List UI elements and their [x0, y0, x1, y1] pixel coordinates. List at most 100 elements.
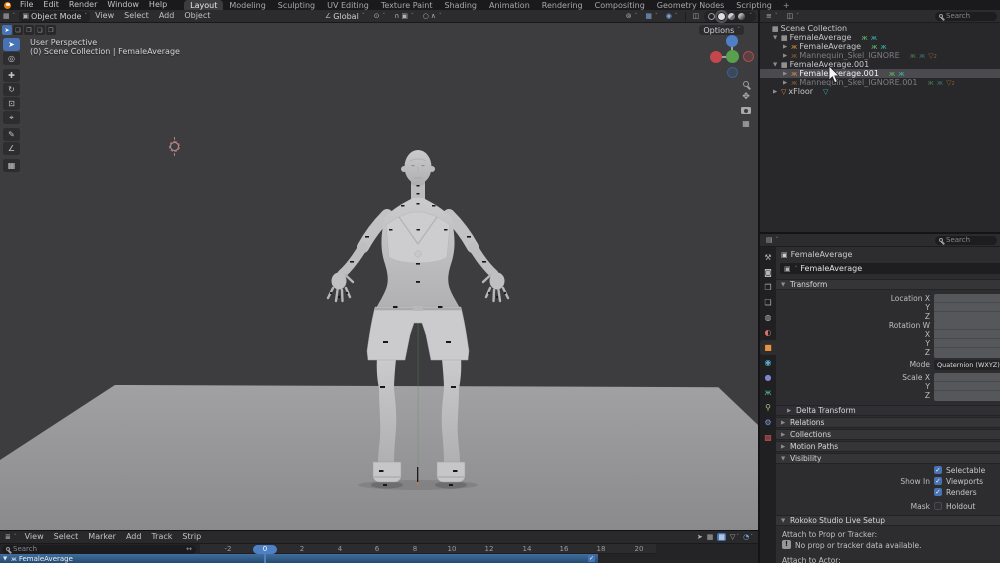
disclosure-icon[interactable]: ▶	[783, 71, 789, 77]
zoom-view-icon[interactable]	[743, 81, 749, 87]
holdout-checkbox[interactable]	[934, 502, 942, 510]
object-name-field[interactable]: ▣˅ FemaleAverage	[780, 263, 1000, 274]
mesh-data-icon[interactable]: ▽	[823, 88, 828, 96]
playhead-line[interactable]	[264, 553, 266, 563]
nla-menu-item[interactable]: Add	[121, 532, 147, 542]
camera-view-icon[interactable]	[741, 107, 751, 114]
playhead[interactable]: 0	[253, 545, 277, 554]
select-mode-button[interactable]: ❑	[35, 25, 45, 35]
snap-toggle[interactable]: ∩ ▣˅	[391, 11, 417, 22]
tool-button[interactable]: ⌖	[3, 111, 20, 124]
mesh-children-icon[interactable]: ▽2	[928, 52, 937, 60]
blender-logo-icon[interactable]	[4, 2, 11, 9]
pose-icon[interactable]: ж	[861, 34, 867, 42]
menu-item[interactable]: Edit	[38, 0, 64, 10]
viewports-checkbox[interactable]: ✓	[934, 477, 942, 485]
options-dropdown[interactable]: Options ˅	[699, 25, 744, 35]
workspace-tab[interactable]: Layout	[184, 0, 223, 10]
outliner-row-collection-001[interactable]: ▼ ▦ FemaleAverage.001	[760, 60, 1000, 69]
outliner-row-armature-001-selected[interactable]: ▶ ж FemaleAverage.001 ж ж	[760, 69, 1000, 78]
workspace-tab[interactable]: Compositing	[589, 0, 651, 10]
add-workspace-button[interactable]: +	[783, 1, 790, 10]
armature-data-icon[interactable]: ж	[871, 34, 877, 42]
fit-width-icon[interactable]: ↔	[186, 545, 192, 553]
disclosure-icon[interactable]: ▶	[783, 80, 789, 86]
motion-paths-panel-header[interactable]: ▶Motion Paths	[776, 441, 1000, 452]
outliner-row-armature[interactable]: ▶ ж FemaleAverage ж ж	[760, 42, 1000, 51]
disclosure-icon[interactable]: ▶	[773, 89, 779, 95]
gizmo-z-neg-axis[interactable]	[727, 67, 738, 78]
location-z-field[interactable]	[934, 312, 1000, 321]
tweak-icon[interactable]: ➤	[697, 533, 703, 541]
renders-checkbox[interactable]: ✓	[934, 488, 942, 496]
viewport-menu-item[interactable]: Add	[154, 11, 180, 21]
armature-data-icon[interactable]: ж	[880, 43, 886, 51]
properties-tab[interactable]: ◉	[760, 355, 776, 370]
shading-dropdown-icon[interactable]: ˅	[749, 13, 752, 19]
workspace-tab[interactable]: UV Editing	[321, 0, 375, 10]
scale-z-field[interactable]	[934, 391, 1000, 400]
rotation-fields[interactable]	[934, 321, 1000, 358]
select-mode-button[interactable]: ❒	[46, 25, 56, 35]
nla-editor-type-button[interactable]: ≣˅	[2, 532, 20, 543]
properties-tab[interactable]: ж	[760, 385, 776, 400]
nla-menu-item[interactable]: Track	[146, 532, 177, 542]
scale-fields[interactable]	[934, 373, 1000, 401]
rotation-z-field[interactable]	[934, 348, 1000, 357]
viewport-menu-item[interactable]: Object	[179, 11, 215, 21]
snap-frame-icon[interactable]: ▦	[717, 533, 726, 541]
nla-menu-item[interactable]: Strip	[177, 532, 206, 542]
location-x-field[interactable]	[934, 294, 1000, 303]
menu-item[interactable]: Render	[64, 0, 102, 10]
gizmo-z-axis[interactable]	[726, 35, 738, 47]
grid-icon[interactable]: ▦	[707, 533, 714, 541]
outliner-row-mannequin-001[interactable]: ▶ ж Mannequin_Skel_IGNORE.001 ж ж ▽2	[760, 78, 1000, 87]
relations-panel-header[interactable]: ▶Relations	[776, 417, 1000, 428]
tool-button[interactable]: ∠	[3, 142, 20, 155]
workspace-tab[interactable]: Texture Paint	[375, 0, 439, 10]
ortho-toggle-icon[interactable]: ▦	[742, 119, 750, 128]
workspace-tab[interactable]: Geometry Nodes	[651, 0, 730, 10]
outliner-filter-button[interactable]: ≡˅	[763, 11, 781, 22]
properties-tab[interactable]: ◐	[760, 325, 776, 340]
menu-item[interactable]: Window	[102, 0, 144, 10]
properties-tab[interactable]: ❏	[760, 295, 776, 310]
overlays-dropdown[interactable]: ◉˅	[663, 11, 681, 22]
properties-tab[interactable]: ⚒	[760, 250, 776, 265]
select-mode-button[interactable]: ❏	[13, 25, 23, 35]
properties-tab[interactable]: ❒	[760, 280, 776, 295]
workspace-tab[interactable]: Animation	[483, 0, 536, 10]
panel-divider-timeline[interactable]	[0, 530, 758, 531]
character-model[interactable]	[325, 141, 515, 493]
visibility-panel-header[interactable]: ▼Visibility	[776, 453, 1000, 464]
pose-icon[interactable]: ж	[871, 43, 877, 51]
armature-data-icon[interactable]: ж	[898, 70, 904, 78]
selectable-checkbox[interactable]: ✓	[934, 466, 942, 474]
tool-button[interactable]: ➤	[3, 38, 20, 51]
properties-search-input[interactable]: Search	[935, 236, 997, 245]
disclosure-icon[interactable]: ▶	[783, 53, 789, 59]
rotation-y-field[interactable]	[934, 339, 1000, 348]
gizmo-y-axis[interactable]	[726, 50, 739, 63]
nla-menu-item[interactable]: Select	[49, 532, 84, 542]
gizmo-x-axis[interactable]	[710, 51, 722, 63]
3d-cursor[interactable]	[169, 141, 180, 152]
mesh-children-icon[interactable]: ▽2	[946, 79, 955, 87]
xray-toggle[interactable]: ◫	[690, 11, 703, 22]
editor-type-button[interactable]: ▦˅	[0, 11, 18, 22]
viewport-menu-item[interactable]: Select	[119, 11, 154, 21]
disclosure-icon[interactable]: ▼	[773, 35, 779, 41]
tool-button[interactable]: ⊡	[3, 97, 20, 110]
filter-funnel-icon[interactable]: ▽˅	[730, 533, 739, 541]
workspace-tab[interactable]: Shading	[438, 0, 483, 10]
breadcrumb[interactable]: ▣ FemaleAverage	[781, 250, 852, 259]
scale-y-field[interactable]	[934, 382, 1000, 391]
nla-menu-item[interactable]: View	[20, 532, 49, 542]
collections-panel-header[interactable]: ▶Collections	[776, 429, 1000, 440]
pose-icon[interactable]: ж	[910, 52, 916, 60]
properties-tab[interactable]: ⚲	[760, 400, 776, 415]
nla-search-input[interactable]: Search ↔	[2, 545, 196, 554]
workspace-tab[interactable]: Scripting	[730, 0, 778, 10]
rokoko-panel-header[interactable]: ▼Rokoko Studio Live Setup	[776, 515, 1000, 526]
pose-icon[interactable]: ж	[927, 79, 933, 87]
